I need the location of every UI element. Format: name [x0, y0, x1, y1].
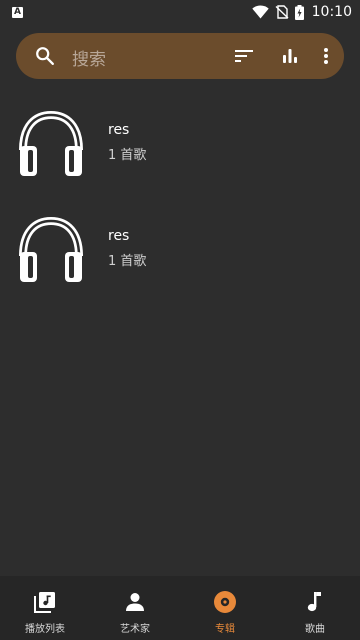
bottom-nav: 播放列表 艺术家 专辑 歌曲 [0, 576, 360, 640]
headphones-icon [19, 110, 83, 176]
album-song-count: 1 首歌 [108, 254, 147, 269]
wifi-icon [251, 5, 269, 19]
headphones-icon [19, 216, 83, 282]
search-input[interactable]: 搜索 [72, 45, 106, 70]
nav-label: 播放列表 [25, 624, 65, 635]
music-note-icon [307, 592, 321, 612]
album-list: res 1 首歌 res 1 首歌 [0, 96, 360, 308]
list-item[interactable]: res 1 首歌 [0, 202, 360, 308]
nav-item-playlists[interactable]: 播放列表 [0, 576, 90, 640]
nav-item-artists[interactable]: 艺术家 [90, 576, 180, 640]
status-bar: A 10:10 [0, 0, 360, 24]
nav-item-albums[interactable]: 专辑 [180, 576, 270, 640]
equalizer-icon[interactable] [280, 46, 300, 66]
album-icon [214, 591, 236, 613]
battery-charging-icon [294, 4, 304, 20]
nav-label: 歌曲 [305, 624, 325, 635]
status-time: 10:10 [311, 4, 352, 20]
no-sim-icon [275, 5, 289, 19]
artist-icon [126, 593, 144, 611]
search-bar[interactable]: 搜索 [16, 33, 344, 79]
status-left: A [12, 6, 23, 18]
nav-item-songs[interactable]: 歌曲 [270, 576, 360, 640]
album-song-count: 1 首歌 [108, 148, 147, 163]
album-title: res [108, 122, 130, 138]
more-vert-icon[interactable] [322, 46, 330, 66]
sort-icon[interactable] [234, 46, 254, 66]
notification-app-icon: A [12, 6, 23, 18]
list-item[interactable]: res 1 首歌 [0, 96, 360, 202]
nav-label: 专辑 [215, 624, 235, 635]
nav-label: 艺术家 [120, 624, 150, 635]
status-right: 10:10 [251, 4, 352, 20]
playlist-icon [34, 592, 55, 613]
search-icon[interactable] [34, 45, 56, 67]
album-title: res [108, 228, 130, 244]
